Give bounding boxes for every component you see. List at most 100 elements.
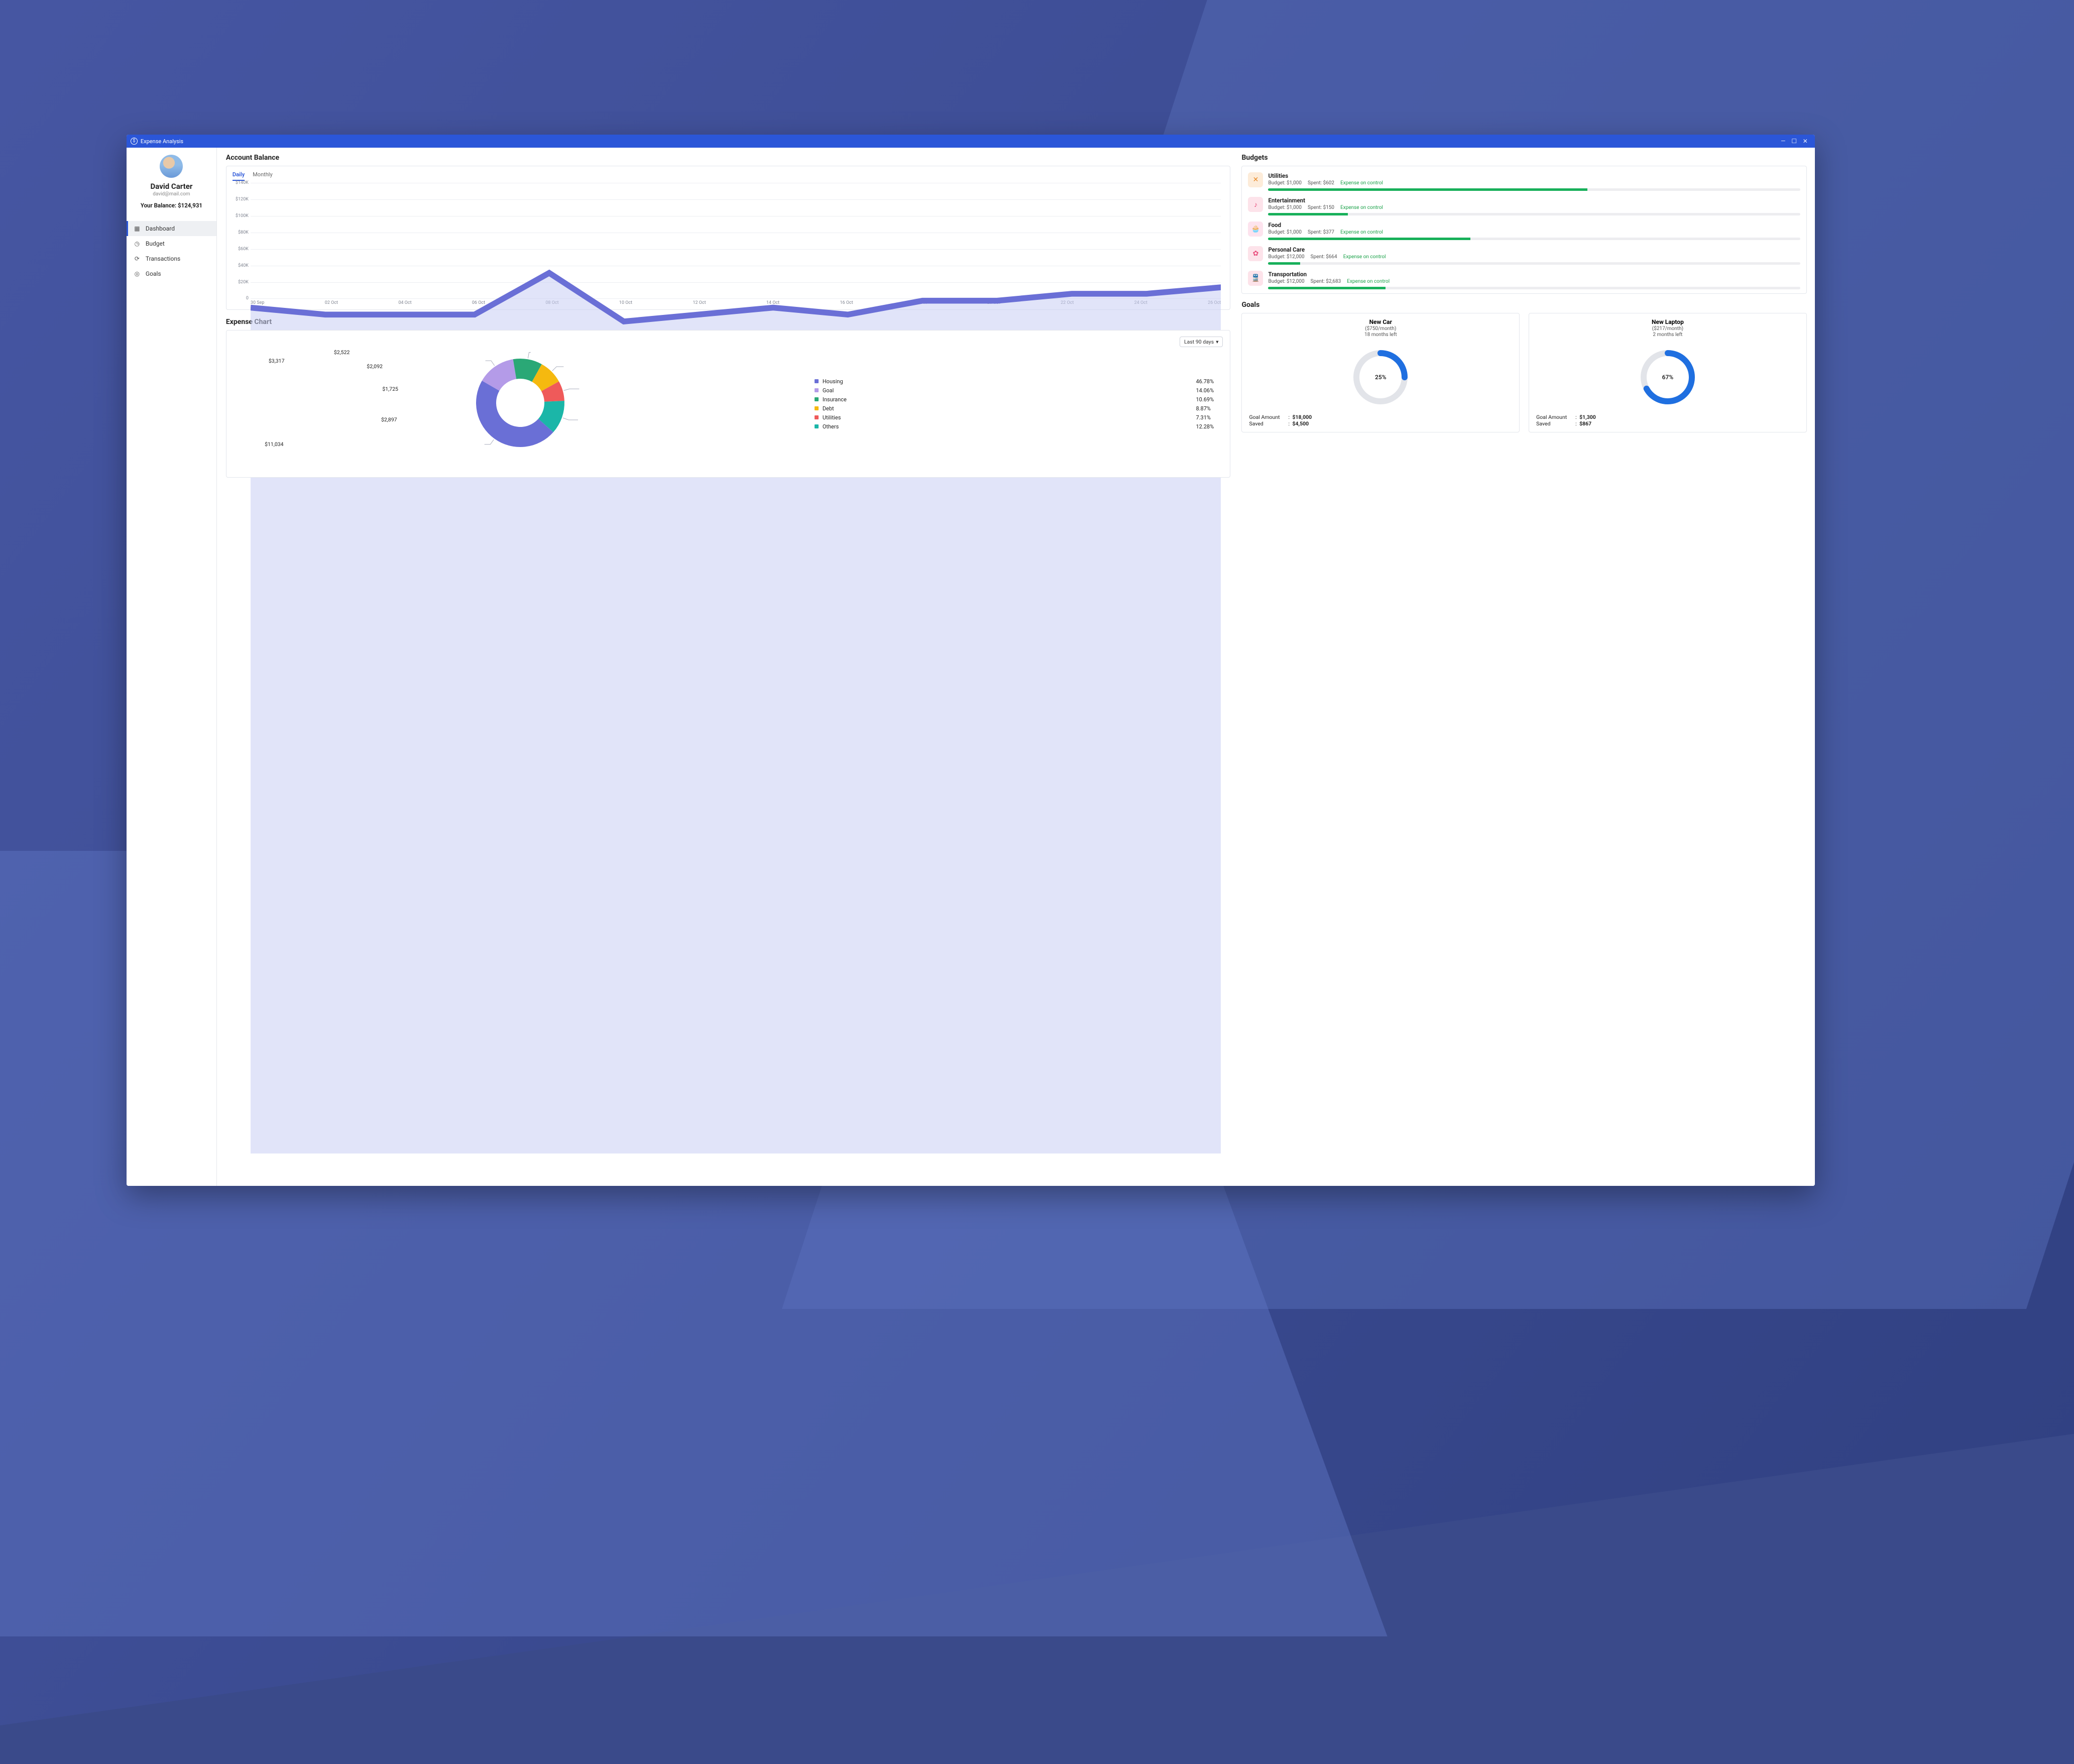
expense-range-dropdown[interactable]: Last 90 days ▾ <box>1180 337 1223 347</box>
budget-name: Food <box>1268 222 1800 229</box>
legend-pct: 46.78% <box>1196 378 1223 385</box>
goals-grid: New Car ($750/month) 18 months left 25% … <box>1241 313 1806 432</box>
main-content: Account Balance Daily Monthly 0 $20K $40K $… <box>217 148 1815 1186</box>
budget-status: Expense on control <box>1347 279 1390 284</box>
legend-name: Housing <box>823 378 1192 385</box>
donut-callout: $1,725 <box>382 386 398 392</box>
refresh-icon: ⟳ <box>134 255 141 262</box>
donut-callout: $11,034 <box>265 441 283 448</box>
goal-amount-label: Goal Amount <box>1536 414 1575 420</box>
legend-row: Utilities 7.31% <box>815 413 1223 422</box>
sidebar: David Carter david@mail.com Your Balance… <box>127 148 217 1186</box>
legend-pct: 7.31% <box>1196 414 1223 421</box>
budgets-panel: ✕ Utilities Budget: $1,000 Spent: $602 E… <box>1241 166 1806 294</box>
budget-meta: Budget: $12,000 Spent: $664 Expense on c… <box>1268 254 1800 260</box>
legend-name: Goal <box>823 387 1192 394</box>
sidebar-item-budget[interactable]: ◷ Budget <box>127 236 216 251</box>
y-tick-label: $20K <box>233 280 249 285</box>
legend-swatch <box>815 406 819 410</box>
tab-daily[interactable]: Daily <box>233 171 245 181</box>
legend-name: Debt <box>823 405 1192 412</box>
tab-monthly[interactable]: Monthly <box>253 171 273 181</box>
budget-row[interactable]: ✿ Personal Care Budget: $12,000 Spent: $… <box>1242 242 1806 267</box>
goal-months-left: 18 months left <box>1247 332 1514 338</box>
budget-name: Transportation <box>1268 271 1800 278</box>
sidebar-item-goals[interactable]: ◎ Goals <box>127 266 216 281</box>
budget-status: Expense on control <box>1340 205 1383 210</box>
sidebar-item-dashboard[interactable]: ▦ Dashboard <box>127 221 216 236</box>
budget-progress-track <box>1268 262 1800 265</box>
budget-spent: Spent: $377 <box>1308 230 1334 235</box>
expense-legend: Housing 46.78% Goal 14.06% Insurance 10.… <box>815 377 1223 473</box>
budget-row[interactable]: 🚆 Transportation Budget: $12,000 Spent: … <box>1242 267 1806 291</box>
balance-label: Your Balance: $124,931 <box>127 202 216 209</box>
budget-status: Expense on control <box>1340 230 1383 235</box>
legend-name: Utilities <box>823 414 1192 421</box>
budget-meta: Budget: $1,000 Spent: $150 Expense on co… <box>1268 205 1800 210</box>
budget-meta: Budget: $1,000 Spent: $377 Expense on co… <box>1268 230 1800 235</box>
y-tick-label: $80K <box>233 230 249 235</box>
expense-range-label: Last 90 days <box>1184 339 1214 345</box>
budget-progress-track <box>1268 238 1800 240</box>
budget-spent: Spent: $602 <box>1308 180 1334 186</box>
budget-name: Utilities <box>1268 172 1800 179</box>
legend-swatch <box>815 424 819 428</box>
user-email: david@mail.com <box>127 191 216 197</box>
budget-row[interactable]: ✕ Utilities Budget: $1,000 Spent: $602 E… <box>1242 168 1806 193</box>
legend-swatch <box>815 388 819 392</box>
legend-pct: 10.69% <box>1196 396 1223 403</box>
titlebar: $ Expense Analysis — ☐ ✕ <box>127 135 1815 148</box>
legend-swatch <box>815 397 819 401</box>
category-icon: ✕ <box>1248 172 1263 187</box>
goal-card[interactable]: New Laptop ($217/month) 2 months left 67… <box>1529 313 1807 432</box>
legend-swatch <box>815 379 819 383</box>
app-logo-icon: $ <box>131 138 138 145</box>
avatar[interactable] <box>160 155 183 178</box>
y-tick-label: 0 <box>233 296 249 301</box>
budget-row[interactable]: ♪ Entertainment Budget: $1,000 Spent: $1… <box>1242 193 1806 217</box>
donut-svg <box>432 338 608 473</box>
account-balance-heading: Account Balance <box>226 154 1231 162</box>
meter-icon: ◷ <box>134 240 141 247</box>
goal-ring: 67% <box>1638 348 1697 407</box>
goal-name: New Laptop <box>1534 318 1801 325</box>
y-tick-label: $60K <box>233 247 249 252</box>
budget-amount: Budget: $12,000 <box>1268 279 1304 284</box>
budget-meta: Budget: $12,000 Spent: $2,683 Expense on… <box>1268 279 1800 284</box>
budget-amount: Budget: $1,000 <box>1268 230 1302 235</box>
budget-progress-fill <box>1268 238 1470 240</box>
legend-row: Goal 14.06% <box>815 386 1223 395</box>
legend-row: Housing 46.78% <box>815 377 1223 386</box>
legend-row: Insurance 10.69% <box>815 395 1223 404</box>
maximize-button[interactable]: ☐ <box>1789 138 1800 145</box>
goal-card[interactable]: New Car ($750/month) 18 months left 25% … <box>1241 313 1520 432</box>
area-svg <box>251 183 1221 1154</box>
y-tick-label: $40K <box>233 263 249 268</box>
legend-pct: 12.28% <box>1196 423 1223 430</box>
budget-amount: Budget: $1,000 <box>1268 180 1302 186</box>
minimize-button[interactable]: — <box>1778 138 1789 145</box>
goal-months-left: 2 months left <box>1534 332 1801 338</box>
budget-progress-fill <box>1268 262 1300 265</box>
account-balance-panel: Daily Monthly 0$20K$40K$60K$80K$100K$120… <box>226 166 1231 310</box>
app-window: $ Expense Analysis — ☐ ✕ David Carter da… <box>127 135 1815 1186</box>
budget-progress-track <box>1268 213 1800 215</box>
budget-status: Expense on control <box>1340 180 1383 186</box>
category-icon: ✿ <box>1248 246 1263 261</box>
goal-amount-value: $1,300 <box>1579 414 1596 420</box>
sidebar-nav: ▦ Dashboard ◷ Budget ⟳ Transactions ◎ Go… <box>127 221 216 281</box>
close-button[interactable]: ✕ <box>1800 138 1811 145</box>
sidebar-item-label: Dashboard <box>146 225 175 232</box>
budget-meta: Budget: $1,000 Spent: $602 Expense on co… <box>1268 180 1800 186</box>
budget-name: Entertainment <box>1268 197 1800 204</box>
legend-pct: 8.87% <box>1196 405 1223 412</box>
goal-saved-value: $867 <box>1579 420 1591 427</box>
sidebar-item-label: Transactions <box>146 255 180 262</box>
budget-progress-track <box>1268 287 1800 289</box>
sidebar-item-transactions[interactable]: ⟳ Transactions <box>127 251 216 266</box>
goal-ring: 25% <box>1351 348 1410 407</box>
budget-status: Expense on control <box>1343 254 1386 260</box>
goal-per-month: ($750/month) <box>1247 326 1514 332</box>
budget-row[interactable]: 🧁 Food Budget: $1,000 Spent: $377 Expens… <box>1242 217 1806 242</box>
grid-icon: ▦ <box>134 225 141 232</box>
